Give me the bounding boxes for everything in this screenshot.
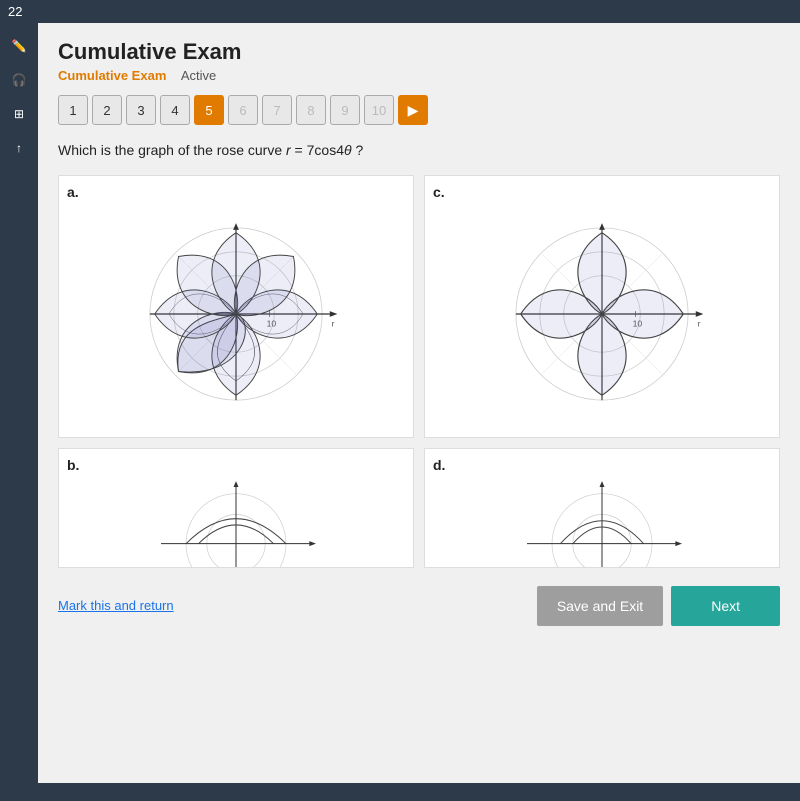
graph-option-a[interactable]: a. — [58, 175, 414, 438]
svg-text:r: r — [332, 318, 335, 328]
question-nav: 1 2 3 4 5 6 7 8 9 10 ▶ — [58, 95, 780, 125]
graph-svg-b — [67, 477, 405, 568]
exam-subtitle: Cumulative Exam — [58, 68, 166, 83]
grid-icon[interactable]: ⊞ — [6, 101, 32, 127]
graph-option-c[interactable]: c. 10 r — [424, 175, 780, 438]
nav-btn-6[interactable]: 6 — [228, 95, 258, 125]
nav-btn-10[interactable]: 10 — [364, 95, 394, 125]
svg-text:r: r — [698, 318, 701, 328]
page-number: 22 — [8, 4, 22, 19]
graph-svg-a: 10 r — [67, 204, 405, 424]
mark-return-link[interactable]: Mark this and return — [58, 598, 174, 613]
exam-title: Cumulative Exam — [58, 39, 780, 65]
graphs-grid: a. — [58, 175, 780, 568]
save-exit-button[interactable]: Save and Exit — [537, 586, 663, 626]
arrow-up-icon[interactable]: ↑ — [6, 135, 32, 161]
bottom-bar: Mark this and return Save and Exit Next — [58, 576, 780, 634]
nav-btn-2[interactable]: 2 — [92, 95, 122, 125]
graph-label-d: d. — [433, 457, 771, 473]
nav-btn-4[interactable]: 4 — [160, 95, 190, 125]
nav-btn-8[interactable]: 8 — [296, 95, 326, 125]
nav-next-arrow[interactable]: ▶ — [398, 95, 428, 125]
pencil-icon[interactable]: ✏️ — [6, 33, 32, 59]
nav-btn-3[interactable]: 3 — [126, 95, 156, 125]
graph-svg-c: 10 r — [433, 204, 771, 424]
nav-btn-7[interactable]: 7 — [262, 95, 292, 125]
next-button[interactable]: Next — [671, 586, 780, 626]
top-bar: 22 — [0, 0, 800, 23]
graph-option-b[interactable]: b. — [58, 448, 414, 568]
nav-btn-5[interactable]: 5 — [194, 95, 224, 125]
graph-label-a: a. — [67, 184, 405, 200]
graph-svg-d — [433, 477, 771, 568]
bottom-buttons: Save and Exit Next — [537, 586, 780, 626]
graph-label-c: c. — [433, 184, 771, 200]
nav-btn-1[interactable]: 1 — [58, 95, 88, 125]
graph-option-d[interactable]: d. — [424, 448, 780, 568]
headphones-icon[interactable]: 🎧 — [6, 67, 32, 93]
graph-label-b: b. — [67, 457, 405, 473]
nav-btn-9[interactable]: 9 — [330, 95, 360, 125]
exam-status: Active — [181, 68, 216, 83]
question-text: Which is the graph of the rose curve r =… — [58, 141, 780, 161]
